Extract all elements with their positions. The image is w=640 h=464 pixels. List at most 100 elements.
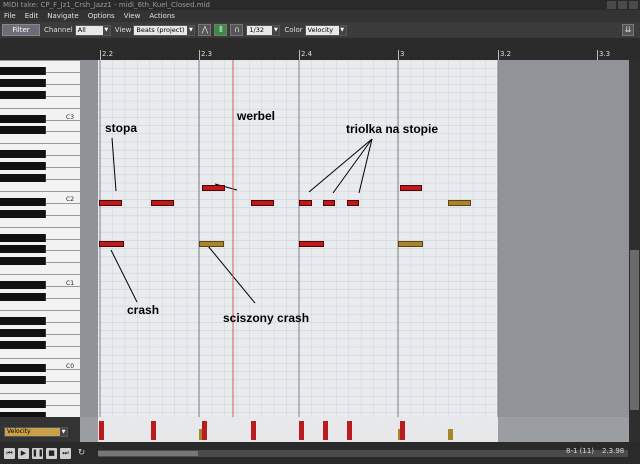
go-to-end-icon[interactable]: ⏭ xyxy=(60,448,71,459)
white-key[interactable] xyxy=(0,143,80,145)
scrollbar-thumb[interactable] xyxy=(98,451,198,456)
velocity-bar[interactable] xyxy=(299,421,304,440)
ruler-corner xyxy=(0,38,80,60)
magnet-icon[interactable]: ∩ xyxy=(230,24,244,36)
black-key[interactable] xyxy=(0,209,46,218)
timeline-ruler[interactable]: 2.2 2.3 2.4 3 3.2 3.3 xyxy=(80,38,640,60)
black-key[interactable] xyxy=(0,400,46,409)
black-key[interactable] xyxy=(0,174,46,182)
grid-division-select[interactable]: 1/32 ▼ xyxy=(246,24,281,36)
black-key[interactable] xyxy=(0,364,46,373)
scrollbar-thumb[interactable] xyxy=(630,250,639,410)
black-key[interactable] xyxy=(0,340,46,349)
white-key[interactable] xyxy=(0,60,80,61)
menu-file[interactable]: File xyxy=(4,10,16,22)
black-key[interactable] xyxy=(0,150,46,159)
annotation-werbel: werbel xyxy=(237,109,276,123)
horizontal-scrollbar[interactable] xyxy=(98,450,628,457)
velocity-bar[interactable] xyxy=(347,421,352,440)
velocity-bar[interactable] xyxy=(151,421,156,440)
note-stopa-3[interactable] xyxy=(251,200,274,206)
velocity-bar[interactable] xyxy=(251,421,256,440)
note-stopa-1[interactable] xyxy=(99,200,122,206)
black-key[interactable] xyxy=(0,114,46,123)
black-key[interactable] xyxy=(0,281,46,290)
note-werbel-1[interactable] xyxy=(202,185,225,191)
color-select[interactable]: Velocity ▼ xyxy=(304,24,347,36)
velocity-bar[interactable] xyxy=(448,429,453,440)
filter-button[interactable]: Filter xyxy=(2,24,40,36)
loop-icon[interactable]: ↻ xyxy=(76,448,87,459)
velocity-bar[interactable] xyxy=(323,421,328,440)
black-key[interactable] xyxy=(0,293,46,301)
black-key[interactable] xyxy=(0,126,46,135)
white-key[interactable] xyxy=(0,226,80,228)
color-value: Velocity xyxy=(307,25,334,34)
note-crash-4[interactable] xyxy=(398,241,423,247)
note-crash-3[interactable] xyxy=(299,241,324,247)
white-key[interactable] xyxy=(0,190,80,192)
black-key[interactable] xyxy=(0,316,46,325)
stop-icon[interactable]: ■ xyxy=(46,448,57,459)
chevron-down-icon: ▼ xyxy=(272,25,280,35)
note-werbel-2[interactable] xyxy=(400,185,422,191)
ruler-label: 3.3 xyxy=(599,50,611,58)
white-key[interactable] xyxy=(0,309,80,311)
vertical-scrollbar[interactable] xyxy=(629,60,640,417)
note-stopa-4[interactable] xyxy=(448,200,471,206)
pause-icon[interactable]: ❚❚ xyxy=(32,448,44,459)
black-key[interactable] xyxy=(0,162,46,171)
menu-view[interactable]: View xyxy=(124,10,141,22)
black-key[interactable] xyxy=(0,90,46,99)
velocity-bar[interactable] xyxy=(99,421,104,440)
black-key[interactable] xyxy=(0,197,46,206)
menu-navigate[interactable]: Navigate xyxy=(47,10,78,22)
white-key[interactable] xyxy=(0,107,80,109)
close-icon[interactable] xyxy=(629,1,638,9)
ruler-tick xyxy=(100,50,101,60)
black-key[interactable] xyxy=(0,78,46,87)
download-icon[interactable]: ⇊ xyxy=(622,24,634,36)
view-label: View xyxy=(114,26,132,34)
grid-lines-icon[interactable]: ⫴ xyxy=(214,24,228,36)
menu-actions[interactable]: Actions xyxy=(149,10,175,22)
white-key[interactable] xyxy=(0,357,80,359)
note-triola-3[interactable] xyxy=(347,200,359,206)
position-readout: 2.3.98 xyxy=(602,447,625,455)
minimize-icon[interactable] xyxy=(607,1,616,9)
velocity-lane[interactable] xyxy=(80,417,629,442)
velocity-bar[interactable] xyxy=(400,421,405,440)
cc-lane-value: Velocity xyxy=(7,428,31,435)
menu-options[interactable]: Options xyxy=(88,10,115,22)
note-crash-2[interactable] xyxy=(199,241,224,247)
menu-edit[interactable]: Edit xyxy=(25,10,39,22)
go-to-start-icon[interactable]: ⏮ xyxy=(4,448,15,459)
black-key[interactable] xyxy=(0,245,46,254)
velocity-bar[interactable] xyxy=(202,421,207,440)
view-select[interactable]: Beats (project) ▼ xyxy=(133,24,196,36)
note-triola-2[interactable] xyxy=(323,200,335,206)
velocity-lane-header: Velocity ▼ xyxy=(0,417,80,442)
note-triola-1[interactable] xyxy=(299,200,312,206)
note-grid[interactable]: stopa werbel triolka na stopie crash sci… xyxy=(80,60,629,417)
channel-select[interactable]: All ▼ xyxy=(74,24,111,36)
channel-value: All xyxy=(77,25,86,34)
black-key[interactable] xyxy=(0,233,46,242)
note-crash-1[interactable] xyxy=(99,241,124,247)
black-key[interactable] xyxy=(0,376,46,385)
white-key[interactable] xyxy=(0,274,80,276)
snap-icon[interactable]: ⋀ xyxy=(198,24,212,36)
play-icon[interactable]: ▶ xyxy=(18,448,29,459)
maximize-icon[interactable] xyxy=(618,1,627,9)
chevron-down-icon: ▼ xyxy=(102,25,110,35)
title-bar: MIDI take: CP_F_Jz1_Crsh_Jazz1 - midi_6t… xyxy=(0,0,640,10)
black-key[interactable] xyxy=(0,257,46,266)
white-key[interactable] xyxy=(0,393,80,395)
cc-lane-select[interactable]: Velocity ▼ xyxy=(4,427,68,437)
selection-readout: 8-1 (11) xyxy=(566,447,595,455)
ruler-label: 3 xyxy=(400,50,405,58)
piano-keyboard[interactable]: C3 C2 C1 C0 xyxy=(0,60,80,418)
black-key[interactable] xyxy=(0,328,46,337)
note-stopa-2[interactable] xyxy=(151,200,174,206)
black-key[interactable] xyxy=(0,66,46,75)
